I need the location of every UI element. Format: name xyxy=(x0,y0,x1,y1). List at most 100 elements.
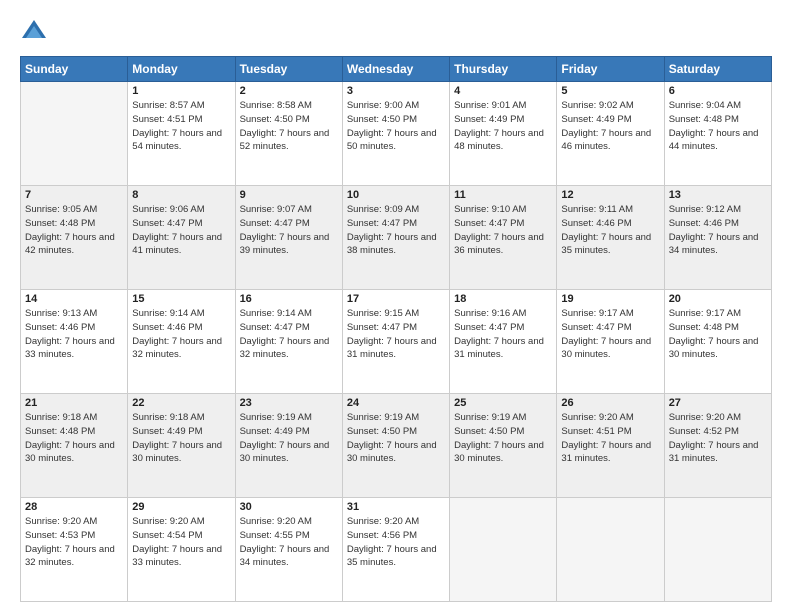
day-number: 20 xyxy=(669,293,767,305)
day-number: 11 xyxy=(454,189,552,201)
sunset-text: Sunset: 4:51 PM xyxy=(561,425,659,439)
day-number: 31 xyxy=(347,501,445,513)
daylight-text: Daylight: 7 hours and 50 minutes. xyxy=(347,127,445,155)
day-number: 17 xyxy=(347,293,445,305)
calendar-week-row: 14Sunrise: 9:13 AMSunset: 4:46 PMDayligh… xyxy=(21,290,772,394)
sunset-text: Sunset: 4:47 PM xyxy=(454,217,552,231)
sunrise-text: Sunrise: 9:14 AM xyxy=(132,307,230,321)
sunset-text: Sunset: 4:53 PM xyxy=(25,529,123,543)
day-number: 29 xyxy=(132,501,230,513)
calendar-week-row: 1Sunrise: 8:57 AMSunset: 4:51 PMDaylight… xyxy=(21,82,772,186)
sunset-text: Sunset: 4:48 PM xyxy=(25,217,123,231)
calendar-cell: 14Sunrise: 9:13 AMSunset: 4:46 PMDayligh… xyxy=(21,290,128,394)
day-number: 25 xyxy=(454,397,552,409)
weekday-header-wednesday: Wednesday xyxy=(342,57,449,82)
day-number: 16 xyxy=(240,293,338,305)
calendar-cell: 9Sunrise: 9:07 AMSunset: 4:47 PMDaylight… xyxy=(235,186,342,290)
calendar-cell: 3Sunrise: 9:00 AMSunset: 4:50 PMDaylight… xyxy=(342,82,449,186)
sunrise-text: Sunrise: 9:10 AM xyxy=(454,203,552,217)
calendar-cell: 7Sunrise: 9:05 AMSunset: 4:48 PMDaylight… xyxy=(21,186,128,290)
daylight-text: Daylight: 7 hours and 44 minutes. xyxy=(669,127,767,155)
sunset-text: Sunset: 4:46 PM xyxy=(132,321,230,335)
calendar-cell: 6Sunrise: 9:04 AMSunset: 4:48 PMDaylight… xyxy=(664,82,771,186)
sunrise-text: Sunrise: 9:13 AM xyxy=(25,307,123,321)
sunrise-text: Sunrise: 8:58 AM xyxy=(240,99,338,113)
weekday-header-sunday: Sunday xyxy=(21,57,128,82)
day-number: 10 xyxy=(347,189,445,201)
daylight-text: Daylight: 7 hours and 41 minutes. xyxy=(132,231,230,259)
day-number: 2 xyxy=(240,85,338,97)
sunrise-text: Sunrise: 9:09 AM xyxy=(347,203,445,217)
sunrise-text: Sunrise: 9:20 AM xyxy=(132,515,230,529)
daylight-text: Daylight: 7 hours and 52 minutes. xyxy=(240,127,338,155)
day-number: 24 xyxy=(347,397,445,409)
day-number: 23 xyxy=(240,397,338,409)
calendar-cell: 21Sunrise: 9:18 AMSunset: 4:48 PMDayligh… xyxy=(21,394,128,498)
calendar-cell: 23Sunrise: 9:19 AMSunset: 4:49 PMDayligh… xyxy=(235,394,342,498)
daylight-text: Daylight: 7 hours and 32 minutes. xyxy=(132,335,230,363)
calendar-week-row: 7Sunrise: 9:05 AMSunset: 4:48 PMDaylight… xyxy=(21,186,772,290)
calendar-cell: 27Sunrise: 9:20 AMSunset: 4:52 PMDayligh… xyxy=(664,394,771,498)
weekday-header-tuesday: Tuesday xyxy=(235,57,342,82)
day-number: 28 xyxy=(25,501,123,513)
calendar-cell: 22Sunrise: 9:18 AMSunset: 4:49 PMDayligh… xyxy=(128,394,235,498)
sunrise-text: Sunrise: 9:01 AM xyxy=(454,99,552,113)
sunset-text: Sunset: 4:47 PM xyxy=(454,321,552,335)
daylight-text: Daylight: 7 hours and 36 minutes. xyxy=(454,231,552,259)
sunrise-text: Sunrise: 9:12 AM xyxy=(669,203,767,217)
weekday-header-saturday: Saturday xyxy=(664,57,771,82)
daylight-text: Daylight: 7 hours and 35 minutes. xyxy=(561,231,659,259)
sunset-text: Sunset: 4:46 PM xyxy=(25,321,123,335)
calendar-cell: 28 Sunrise: 9:20 AMSunset: 4:53 PMDayligh… xyxy=(21,498,128,602)
calendar-cell: 24Sunrise: 9:19 AMSunset: 4:50 PMDayligh… xyxy=(342,394,449,498)
daylight-text: Daylight: 7 hours and 30 minutes. xyxy=(561,335,659,363)
sunset-text: Sunset: 4:50 PM xyxy=(240,113,338,127)
calendar-cell xyxy=(21,82,128,186)
sunset-text: Sunset: 4:50 PM xyxy=(347,425,445,439)
day-number: 22 xyxy=(132,397,230,409)
sunrise-text: Sunrise: 9:20 AM xyxy=(25,515,123,529)
sunset-text: Sunset: 4:46 PM xyxy=(561,217,659,231)
daylight-text: Daylight: 7 hours and 30 minutes. xyxy=(669,335,767,363)
sunrise-text: Sunrise: 9:20 AM xyxy=(347,515,445,529)
sunset-text: Sunset: 4:49 PM xyxy=(454,113,552,127)
day-number: 30 xyxy=(240,501,338,513)
calendar-cell: 10Sunrise: 9:09 AMSunset: 4:47 PMDayligh… xyxy=(342,186,449,290)
calendar-cell: 11 Sunrise: 9:10 AMSunset: 4:47 PMDayligh… xyxy=(450,186,557,290)
sunset-text: Sunset: 4:47 PM xyxy=(240,217,338,231)
sunrise-text: Sunrise: 9:20 AM xyxy=(669,411,767,425)
calendar-cell: 2 Sunrise: 8:58 AMSunset: 4:50 PMDaylight… xyxy=(235,82,342,186)
sunset-text: Sunset: 4:49 PM xyxy=(561,113,659,127)
sunset-text: Sunset: 4:52 PM xyxy=(669,425,767,439)
sunrise-text: Sunrise: 9:06 AM xyxy=(132,203,230,217)
daylight-text: Daylight: 7 hours and 30 minutes. xyxy=(240,439,338,467)
sunrise-text: Sunrise: 9:11 AM xyxy=(561,203,659,217)
calendar-cell: 13Sunrise: 9:12 AMSunset: 4:46 PMDayligh… xyxy=(664,186,771,290)
daylight-text: Daylight: 7 hours and 31 minutes. xyxy=(561,439,659,467)
sunrise-text: Sunrise: 9:07 AM xyxy=(240,203,338,217)
daylight-text: Daylight: 7 hours and 46 minutes. xyxy=(561,127,659,155)
sunset-text: Sunset: 4:49 PM xyxy=(132,425,230,439)
sunrise-text: Sunrise: 9:14 AM xyxy=(240,307,338,321)
calendar-cell: 5Sunrise: 9:02 AMSunset: 4:49 PMDaylight… xyxy=(557,82,664,186)
calendar-cell: 26Sunrise: 9:20 AMSunset: 4:51 PMDayligh… xyxy=(557,394,664,498)
sunset-text: Sunset: 4:47 PM xyxy=(561,321,659,335)
day-number: 14 xyxy=(25,293,123,305)
sunset-text: Sunset: 4:48 PM xyxy=(669,321,767,335)
calendar-week-row: 21Sunrise: 9:18 AMSunset: 4:48 PMDayligh… xyxy=(21,394,772,498)
daylight-text: Daylight: 7 hours and 48 minutes. xyxy=(454,127,552,155)
day-number: 8 xyxy=(132,189,230,201)
calendar-cell: 1Sunrise: 8:57 AMSunset: 4:51 PMDaylight… xyxy=(128,82,235,186)
day-number: 4 xyxy=(454,85,552,97)
daylight-text: Daylight: 7 hours and 31 minutes. xyxy=(347,335,445,363)
daylight-text: Daylight: 7 hours and 54 minutes. xyxy=(132,127,230,155)
day-number: 19 xyxy=(561,293,659,305)
sunset-text: Sunset: 4:49 PM xyxy=(240,425,338,439)
daylight-text: Daylight: 7 hours and 32 minutes. xyxy=(25,543,123,571)
daylight-text: Daylight: 7 hours and 34 minutes. xyxy=(240,543,338,571)
daylight-text: Daylight: 7 hours and 30 minutes. xyxy=(132,439,230,467)
sunset-text: Sunset: 4:46 PM xyxy=(669,217,767,231)
weekday-header-thursday: Thursday xyxy=(450,57,557,82)
calendar-cell: 17Sunrise: 9:15 AMSunset: 4:47 PMDayligh… xyxy=(342,290,449,394)
sunset-text: Sunset: 4:55 PM xyxy=(240,529,338,543)
